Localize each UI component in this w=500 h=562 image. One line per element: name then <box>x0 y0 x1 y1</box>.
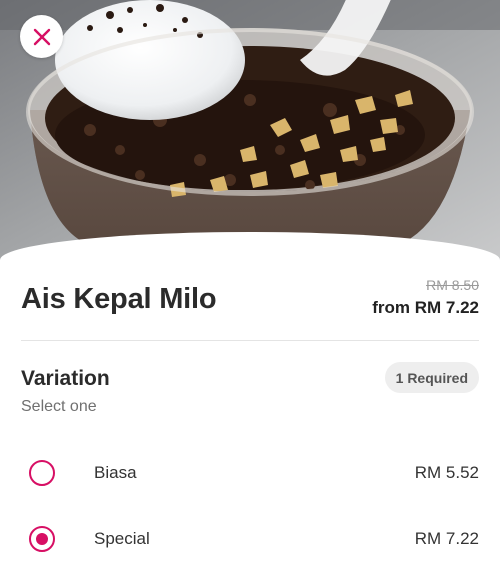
divider <box>21 340 479 341</box>
variation-subtitle: Select one <box>21 398 97 415</box>
close-icon <box>33 28 50 45</box>
radio-button[interactable] <box>29 460 55 486</box>
close-button[interactable] <box>20 15 63 58</box>
original-price: RM 8.50 <box>426 277 479 293</box>
product-details-sheet <box>0 232 500 562</box>
variation-title: Variation <box>21 367 110 390</box>
option-label: Biasa <box>94 463 137 482</box>
product-photo <box>0 0 500 262</box>
product-title: Ais Kepal Milo <box>21 283 217 315</box>
variation-option-special[interactable]: Special RM 7.22 <box>0 514 500 562</box>
option-price: RM 7.22 <box>414 529 479 548</box>
option-price: RM 5.52 <box>414 463 479 482</box>
from-price: from RM 7.22 <box>372 298 479 317</box>
radio-button-selected[interactable] <box>29 526 55 552</box>
required-badge: 1 Required <box>384 362 479 393</box>
variation-option-biasa[interactable]: Biasa RM 5.52 <box>0 448 500 498</box>
option-label: Special <box>94 529 150 548</box>
